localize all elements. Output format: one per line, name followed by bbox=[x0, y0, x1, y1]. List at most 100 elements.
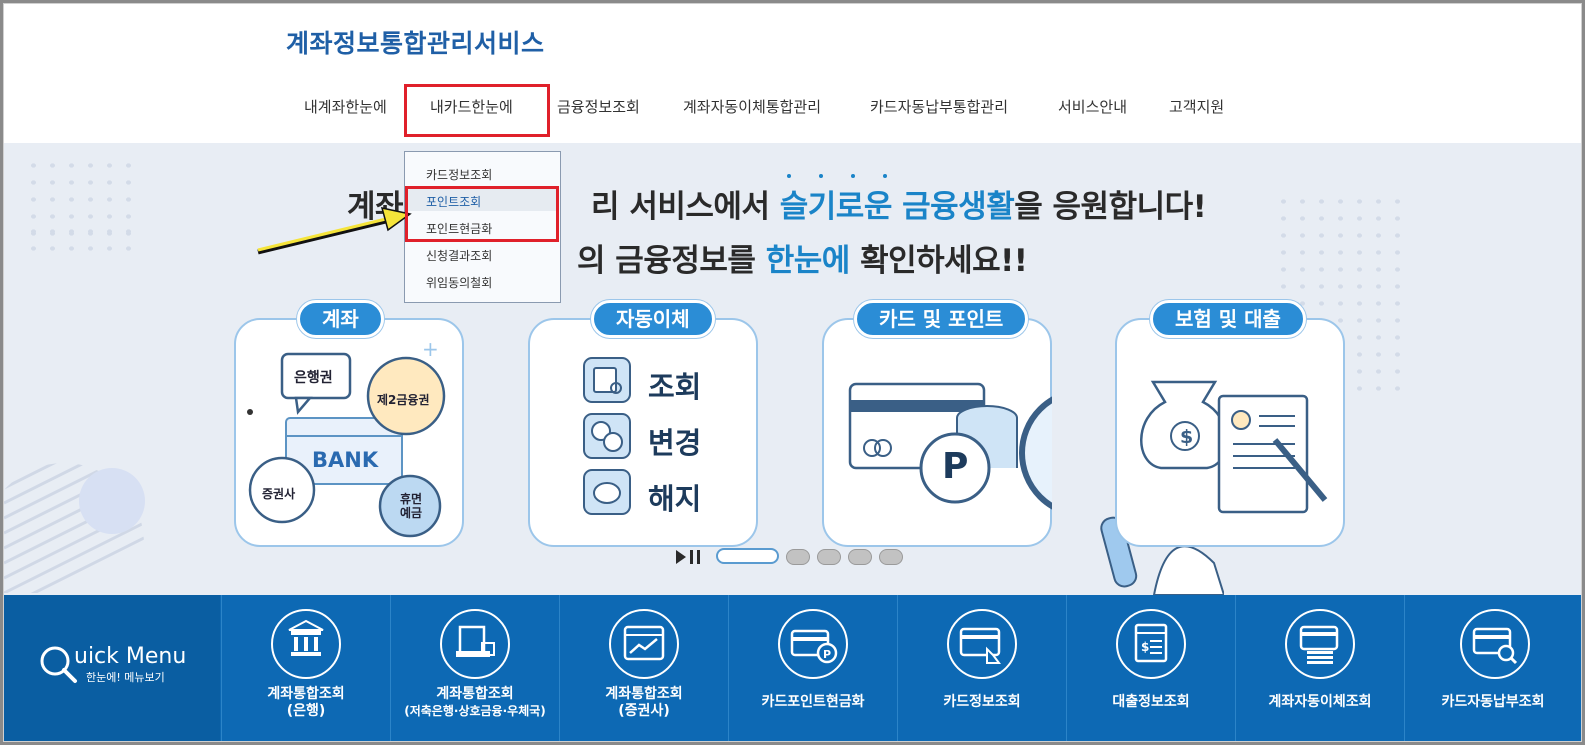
submenu-card-info[interactable]: 카드정보조회 bbox=[426, 166, 492, 183]
account-illustration: + bbox=[247, 337, 446, 538]
bank-sign: BANK bbox=[312, 448, 379, 472]
bank-icon-glyph bbox=[288, 619, 324, 656]
atm-icon bbox=[440, 609, 510, 679]
slider-play-pause[interactable] bbox=[674, 548, 708, 566]
quick-item-account-savings[interactable]: 계좌통합조회 (저축은행·상호금융·우체국) bbox=[390, 595, 559, 741]
card-search-glyph bbox=[1472, 627, 1518, 665]
card-insurance-loan[interactable]: $ bbox=[1115, 318, 1345, 547]
headline-2-part-a: 의 금융정보를 bbox=[577, 243, 766, 279]
slider-page-4[interactable] bbox=[848, 549, 872, 565]
headline-1-part-c: 을 응원합니다! bbox=[1014, 189, 1207, 225]
main-nav: 내계좌한눈에 내카드한눈에 금융정보조회 계좌자동이체통합관리 카드자동납부통합… bbox=[0, 96, 1585, 122]
nav-service-guide[interactable]: 서비스안내 bbox=[1058, 96, 1127, 117]
quick-item-card-autopay[interactable]: 카드자동납부조회 bbox=[1404, 595, 1581, 741]
card-submenu: 카드정보조회 포인트조회 포인트현금화 신청결과조회 위임동의철회 bbox=[404, 151, 561, 303]
card-touch-glyph bbox=[959, 627, 1001, 664]
card-label-card-point: 카드 및 포인트 bbox=[854, 300, 1029, 338]
card-card-point[interactable]: P bbox=[822, 318, 1052, 547]
loan-document-glyph: $ bbox=[1134, 623, 1168, 663]
headline-2-accent: 한눈에 bbox=[765, 243, 851, 279]
card-touch-icon bbox=[947, 609, 1017, 679]
slider-page-1[interactable] bbox=[716, 548, 779, 564]
slider-page-5[interactable] bbox=[879, 549, 903, 565]
quick-item-label: 계좌통합조회 (증권사) bbox=[560, 686, 728, 720]
stock-chart-icon bbox=[609, 609, 679, 679]
label-line1: 계좌통합조회 bbox=[436, 686, 514, 702]
quick-menu-header[interactable]: uick Menu 한눈에! 메뉴보기 bbox=[4, 595, 220, 741]
auto-transfer-icon bbox=[1285, 609, 1355, 679]
quick-item-label: 계좌통합조회 (은행) bbox=[222, 686, 390, 720]
headline-1-accent: 슬기로운 금융생활 bbox=[779, 189, 1015, 225]
bank-icon bbox=[271, 609, 341, 679]
nav-my-cards[interactable]: 내카드한눈에 bbox=[430, 96, 513, 117]
card-point-glyph: P bbox=[790, 629, 838, 664]
card-search-icon bbox=[1460, 609, 1530, 679]
quick-item-label: 카드자동납부조회 bbox=[1441, 694, 1545, 710]
point-badge: P bbox=[942, 446, 969, 487]
svg-text:$: $ bbox=[1141, 640, 1149, 654]
quick-menu-subtitle: 한눈에! 메뉴보기 bbox=[86, 671, 165, 684]
card-point-illustration bbox=[848, 382, 1052, 510]
quick-item-account-autopay[interactable]: 계좌자동이체조회 bbox=[1235, 595, 1404, 741]
quick-item-label: 카드포인트현금화 bbox=[761, 694, 865, 710]
card-account[interactable]: + 은행권 제2금융권 BANK 증권사 휴면예금 bbox=[234, 318, 464, 547]
submenu-point-cash[interactable]: 포인트현금화 bbox=[426, 220, 492, 237]
atm-icon-glyph bbox=[456, 625, 495, 657]
accent-dot bbox=[819, 174, 823, 178]
label-line2: (저축은행·상호금융·우체국) bbox=[404, 704, 546, 718]
action-cancel: 해지 bbox=[648, 482, 702, 516]
action-inquiry: 조회 bbox=[648, 370, 702, 404]
slider-page-3[interactable] bbox=[817, 549, 841, 565]
card-label-insurance-loan: 보험 및 대출 bbox=[1150, 300, 1306, 338]
slider-page-2[interactable] bbox=[786, 549, 810, 565]
auto-transfer-glyph bbox=[1299, 625, 1339, 664]
accent-dot bbox=[787, 174, 791, 178]
quick-item-label: 계좌통합조회 (저축은행·상호금융·우체국) bbox=[391, 686, 559, 720]
loan-document-icon: $ bbox=[1116, 609, 1186, 679]
svg-text:+: + bbox=[422, 337, 439, 361]
pointer-arrow-icon bbox=[257, 207, 412, 255]
search-icon bbox=[40, 646, 77, 683]
quick-item-label: 카드정보조회 bbox=[943, 694, 1021, 710]
submenu-point-inquiry[interactable]: 포인트조회 bbox=[426, 193, 481, 210]
card-point-icon: P bbox=[778, 609, 848, 679]
card-label-account: 계좌 bbox=[297, 300, 384, 338]
quick-item-account-bank[interactable]: 계좌통합조회 (은행) bbox=[221, 595, 390, 741]
headline-1-part-b: 리 서비스에서 bbox=[591, 189, 780, 225]
quick-item-card-info[interactable]: 카드정보조회 bbox=[897, 595, 1066, 741]
quick-menu-title: uick Menu bbox=[74, 644, 187, 669]
accent-dot bbox=[851, 174, 855, 178]
label-line1: 계좌통합조회 bbox=[267, 686, 345, 702]
label-line1: 계좌통합조회 bbox=[605, 686, 683, 702]
submenu-request-result[interactable]: 신청결과조회 bbox=[426, 247, 492, 264]
action-change: 변경 bbox=[648, 426, 702, 460]
quick-menu: uick Menu 한눈에! 메뉴보기 계좌통합조회 (은행) 계좌통합조회 (저축… bbox=[4, 595, 1581, 741]
hero-banner: 계좌 리 서비스에서 슬기로운 금융생활을 응원합니다! 의 금융정보를 한눈에 … bbox=[4, 143, 1581, 595]
card-auto-transfer[interactable]: 조회 변경 해지 bbox=[528, 318, 758, 547]
hero-headline-2: 의 금융정보를 한눈에 확인하세요!! bbox=[577, 235, 1028, 280]
accent-dot bbox=[883, 174, 887, 178]
nav-account-autopay[interactable]: 계좌자동이체통합관리 bbox=[683, 96, 821, 117]
submenu-consent-withdraw[interactable]: 위임동의철회 bbox=[426, 274, 492, 291]
insurance-loan-illustration bbox=[1140, 380, 1328, 514]
nav-customer-support[interactable]: 고객지원 bbox=[1169, 96, 1224, 117]
card-label-auto-transfer: 자동이체 bbox=[591, 300, 715, 338]
stock-chart-glyph bbox=[623, 625, 665, 661]
bubble-second-tier: 제2금융권 bbox=[377, 393, 430, 407]
label-line2: (은행) bbox=[286, 703, 326, 719]
quick-item-label: 대출정보조회 bbox=[1112, 694, 1190, 710]
quick-item-loan-info[interactable]: $ 대출정보조회 bbox=[1066, 595, 1235, 741]
bubble-dormant-deposit: 휴면예금 bbox=[399, 492, 423, 520]
site-title[interactable]: 계좌정보통합관리서비스 bbox=[286, 24, 545, 60]
nav-card-autopay[interactable]: 카드자동납부통합관리 bbox=[870, 96, 1008, 117]
money-bag-badge: $ bbox=[1180, 426, 1194, 448]
quick-item-account-securities[interactable]: 계좌통합조회 (증권사) bbox=[559, 595, 728, 741]
bubble-securities: 증권사 bbox=[262, 487, 296, 501]
svg-text:P: P bbox=[823, 648, 831, 661]
decor-circle bbox=[79, 468, 145, 534]
dot-pattern-left-lower bbox=[24, 223, 144, 263]
play-pause-icon bbox=[676, 550, 700, 564]
nav-my-accounts[interactable]: 내계좌한눈에 bbox=[304, 96, 387, 117]
nav-financial-info[interactable]: 금융정보조회 bbox=[557, 96, 640, 117]
quick-item-card-point-cash[interactable]: P 카드포인트현금화 bbox=[728, 595, 897, 741]
